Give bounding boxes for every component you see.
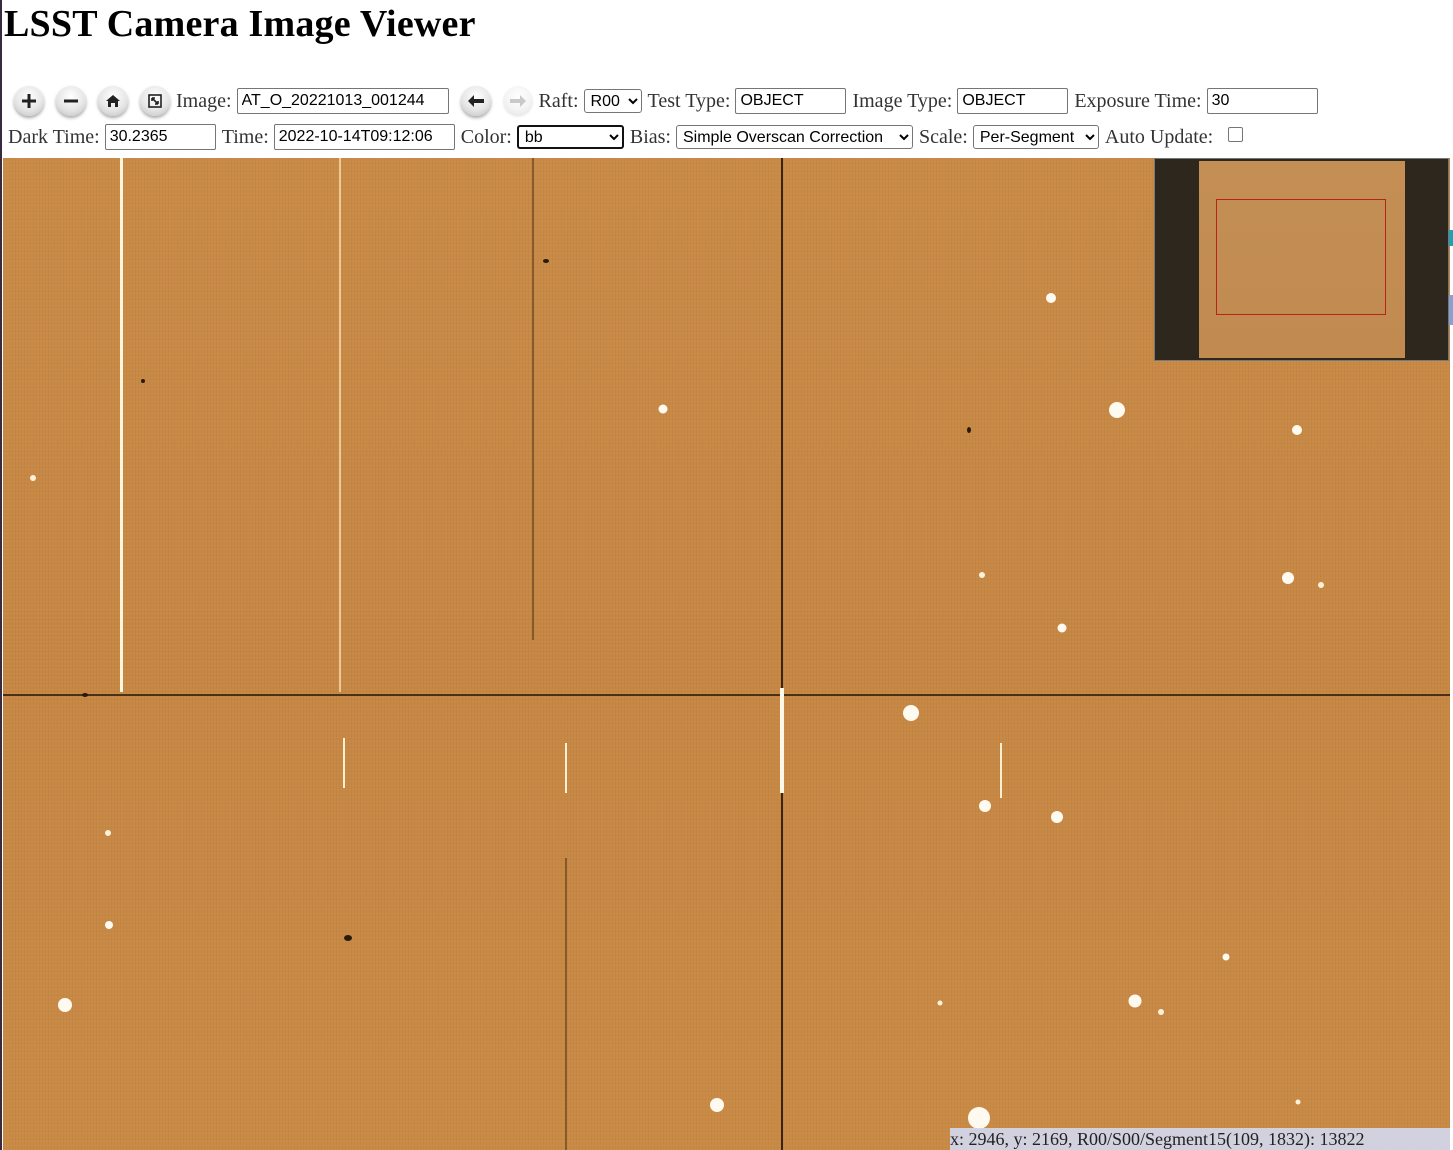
- next-image-button[interactable]: [502, 86, 533, 116]
- dark-spot: [543, 259, 549, 263]
- fullscreen-button[interactable]: [140, 86, 170, 116]
- scale-select[interactable]: Per-Segment: [972, 125, 1099, 149]
- star: [1128, 994, 1142, 1008]
- dark-spot: [141, 379, 145, 383]
- bright-column: [120, 158, 123, 692]
- star: [1222, 953, 1230, 961]
- time-label: Time:: [221, 125, 269, 148]
- dark-time-input[interactable]: [104, 124, 216, 150]
- auto-update-label: Auto Update:: [1104, 125, 1214, 148]
- navigator-view-rectangle[interactable]: [1216, 199, 1386, 315]
- time-input[interactable]: [273, 124, 455, 150]
- star: [105, 830, 111, 836]
- star: [1158, 1009, 1164, 1015]
- star: [1109, 402, 1125, 418]
- star: [58, 998, 72, 1012]
- dark-spot: [967, 427, 971, 433]
- background-window-edge: [1449, 295, 1453, 325]
- dark-column: [532, 158, 534, 640]
- bright-column: [1000, 743, 1002, 798]
- star: [658, 404, 668, 414]
- bright-column: [565, 743, 567, 793]
- home-icon: [106, 95, 120, 107]
- bias-label: Bias:: [629, 125, 671, 148]
- dark-spot: [82, 693, 88, 697]
- star: [1295, 1099, 1301, 1105]
- segment-boundary-horizontal: [3, 694, 1450, 696]
- star: [1057, 623, 1067, 633]
- dark-spot: [344, 935, 352, 941]
- coordinate-status-readout: x: 2946, y: 2169, R00/S00/Segment15(109,…: [950, 1128, 1450, 1150]
- star: [903, 705, 919, 721]
- star: [1292, 425, 1302, 435]
- color-select[interactable]: bb: [516, 125, 624, 149]
- bright-column: [780, 688, 784, 793]
- exposure-time-input[interactable]: [1206, 88, 1318, 114]
- star: [1318, 582, 1324, 588]
- star: [1051, 811, 1063, 823]
- zoom-in-button[interactable]: [14, 86, 44, 116]
- zoom-out-button[interactable]: [56, 86, 86, 116]
- dark-column: [565, 858, 567, 1150]
- bias-select[interactable]: Simple Overscan Correction: [676, 125, 913, 149]
- test-type-label: Test Type:: [647, 89, 731, 112]
- plus-icon: [22, 94, 36, 108]
- image-type-input[interactable]: [957, 88, 1069, 114]
- raft-label: Raft:: [538, 89, 579, 112]
- star: [105, 921, 113, 929]
- bright-column: [343, 738, 345, 788]
- auto-update-checkbox[interactable]: [1228, 126, 1244, 142]
- arrow-right-icon: [509, 95, 526, 107]
- background-window-edge: [1449, 230, 1453, 246]
- navigator-minimap[interactable]: [1154, 158, 1449, 361]
- star: [979, 572, 985, 578]
- star: [968, 1107, 990, 1129]
- raft-select[interactable]: R00: [583, 89, 642, 113]
- image-type-label: Image Type:: [852, 89, 953, 112]
- segment-boundary-vertical: [781, 158, 783, 1150]
- scale-label: Scale:: [919, 125, 968, 148]
- star: [1046, 293, 1056, 303]
- window-left-edge: [0, 0, 2, 1150]
- star: [30, 475, 36, 481]
- exposure-time-label: Exposure Time:: [1074, 89, 1202, 112]
- previous-image-button[interactable]: [460, 86, 491, 116]
- fullscreen-icon: [148, 94, 162, 108]
- page-title: LSST Camera Image Viewer: [4, 3, 476, 45]
- home-button[interactable]: [98, 86, 128, 116]
- star: [710, 1098, 724, 1112]
- image-input[interactable]: [236, 88, 449, 114]
- toolbar-row-2: Dark Time: Time: Color: bb Bias: Simple …: [8, 122, 1251, 152]
- minus-icon: [64, 99, 78, 103]
- color-label: Color:: [460, 125, 512, 148]
- dark-time-label: Dark Time:: [8, 125, 100, 148]
- test-type-input[interactable]: [735, 88, 847, 114]
- star: [937, 1000, 943, 1006]
- arrow-left-icon: [467, 95, 484, 107]
- star: [1282, 572, 1294, 584]
- star: [979, 800, 991, 812]
- image-label: Image:: [176, 89, 232, 112]
- bright-column: [339, 158, 341, 692]
- toolbar-row-1: Image: Raft: R00 Test Type: Image Type: …: [8, 86, 1324, 116]
